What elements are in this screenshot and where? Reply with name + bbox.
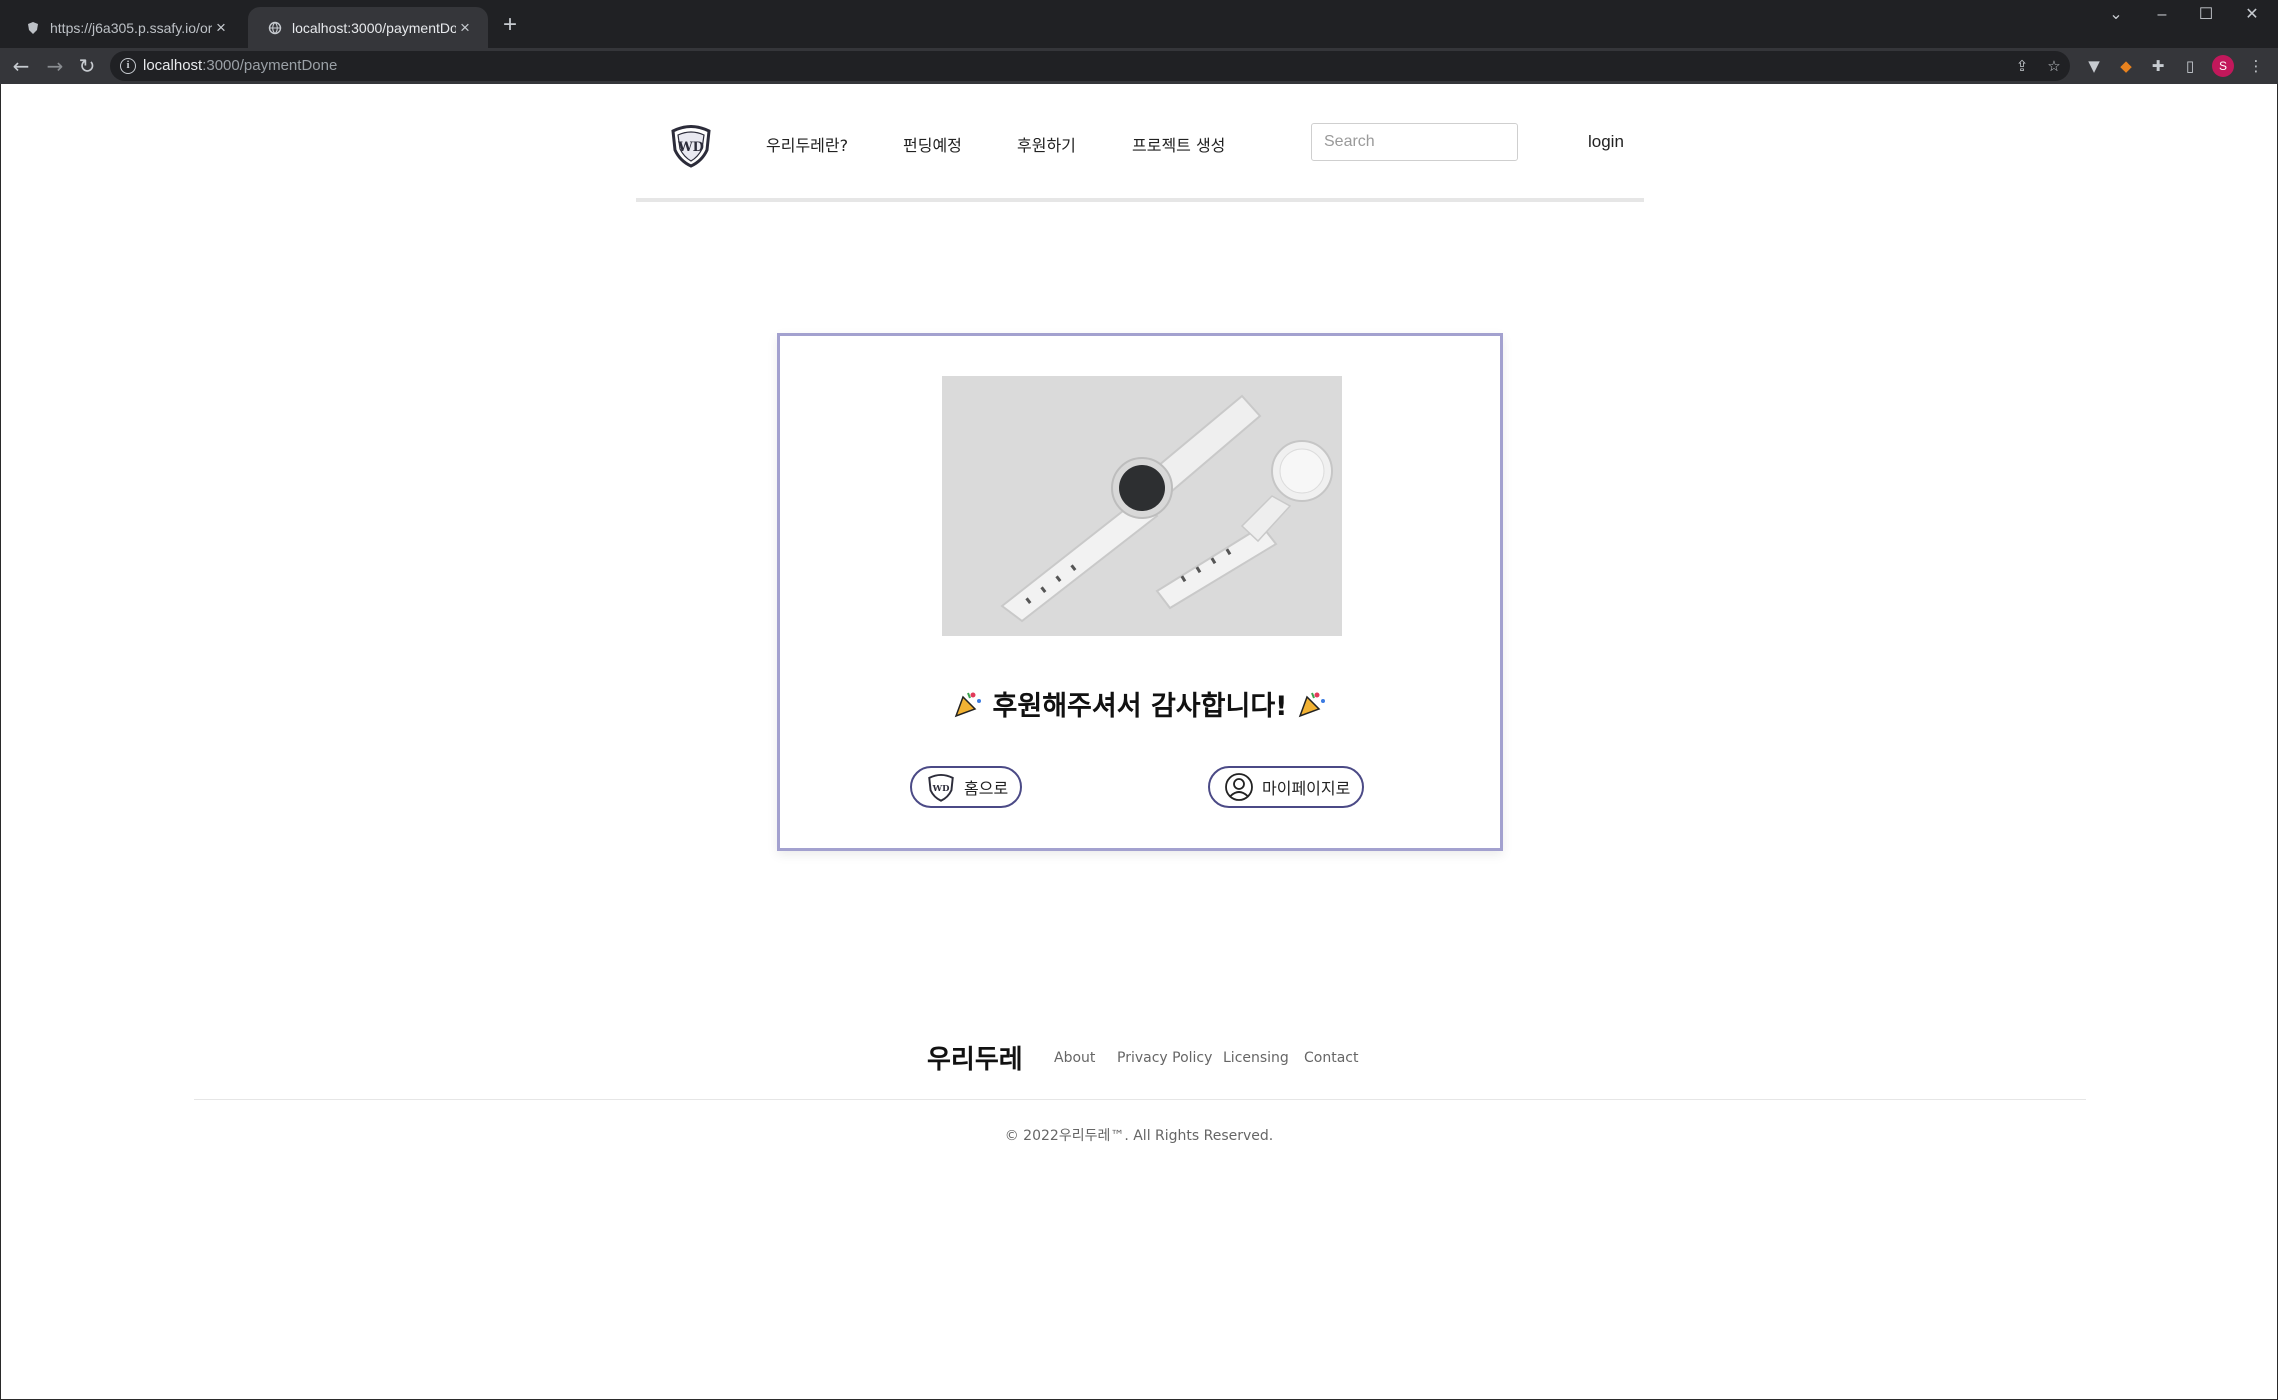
go-home-button[interactable]: WD 홈으로 — [910, 766, 1023, 808]
address-bar[interactable]: i localhost:3000/paymentDone — [110, 51, 2070, 81]
search-input[interactable] — [1311, 123, 1518, 161]
party-popper-icon — [1298, 692, 1325, 718]
party-popper-icon — [954, 692, 982, 718]
page-content: WD 우리두레란? 펀딩예정 후원하기 프로젝트 생성 login — [0, 84, 2278, 1400]
nav-sponsor[interactable]: 후원하기 — [1017, 132, 1076, 156]
footer-brand: 우리두레 — [927, 1045, 1023, 1075]
logo-shield-icon[interactable]: WD — [668, 122, 714, 168]
close-icon[interactable]: × — [456, 18, 474, 38]
footer-divider — [194, 1099, 2086, 1100]
globe-icon — [268, 21, 282, 34]
maximize-icon[interactable]: ☐ — [2186, 2, 2226, 28]
copyright-text: © 2022우리두레™. All Rights Reserved. — [1004, 1128, 1274, 1144]
browser-tab-payment-done[interactable]: localhost:3000/paymentDone × — [248, 7, 488, 48]
nav-about[interactable]: 우리두레란? — [766, 132, 848, 156]
shield-favicon-icon — [28, 21, 38, 34]
site-info-icon[interactable]: i — [120, 58, 136, 74]
extensions-puzzle-icon[interactable]: ✚ — [2148, 56, 2168, 76]
url-text: localhost:3000/paymentDone — [143, 57, 338, 74]
product-image — [942, 376, 1342, 636]
footer-link-about[interactable]: About — [1054, 1050, 1095, 1066]
svg-text:WD: WD — [677, 140, 704, 155]
metamask-fox-icon[interactable]: ◆ — [2116, 56, 2136, 76]
site-header: WD 우리두레란? 펀딩예정 후원하기 프로젝트 생성 login — [636, 84, 1644, 202]
close-window-icon[interactable]: ✕ — [2232, 2, 2272, 28]
thank-you-text: 후원해주셔서 감사합니다! — [992, 691, 1288, 722]
browser-tab-strip: https://j6a305.p.ssafy.io/order × localh… — [0, 0, 2278, 48]
login-link[interactable]: login — [1588, 132, 1624, 152]
footer-link-privacy[interactable]: Privacy Policy — [1117, 1050, 1212, 1066]
tab-title: https://j6a305.p.ssafy.io/order — [50, 19, 212, 36]
minimize-icon[interactable]: – — [2142, 2, 2182, 28]
bookmark-star-icon[interactable]: ☆ — [2044, 56, 2064, 76]
user-icon — [1225, 773, 1253, 801]
nav-upcoming-funding[interactable]: 펀딩예정 — [903, 132, 962, 156]
share-icon[interactable]: ⇪ — [2012, 56, 2032, 76]
go-home-label: 홈으로 — [964, 779, 1009, 798]
logo-shield-icon: WD — [928, 773, 954, 802]
extension-v-icon[interactable]: ▼ — [2084, 56, 2104, 76]
reload-icon[interactable]: ↻ — [74, 53, 100, 79]
thank-you-message: 후원해주셔서 감사합니다! — [780, 684, 1500, 723]
forward-icon[interactable]: → — [42, 53, 68, 79]
tab-search-icon[interactable]: ⌄ — [2096, 2, 2136, 28]
close-icon[interactable]: × — [212, 18, 230, 38]
menu-kebab-icon[interactable]: ⋮ — [2246, 56, 2266, 76]
go-mypage-button[interactable]: 마이페이지로 — [1208, 766, 1365, 808]
footer-link-contact[interactable]: Contact — [1304, 1050, 1358, 1066]
browser-tab-order[interactable]: https://j6a305.p.ssafy.io/order × — [6, 7, 244, 48]
footer-link-licensing[interactable]: Licensing — [1223, 1050, 1289, 1066]
profile-avatar[interactable]: S — [2212, 55, 2234, 77]
side-panel-icon[interactable]: ▯ — [2180, 56, 2200, 76]
back-icon[interactable]: ← — [8, 53, 34, 79]
go-mypage-label: 마이페이지로 — [1262, 779, 1351, 798]
payment-done-card: 후원해주셔서 감사합니다! WD 홈으로 마이페이지로 — [777, 333, 1503, 851]
nav-create-project[interactable]: 프로젝트 생성 — [1132, 132, 1225, 156]
svg-text:WD: WD — [932, 783, 950, 793]
tab-title: localhost:3000/paymentDone — [292, 19, 456, 36]
new-tab-button[interactable]: + — [498, 13, 522, 38]
browser-toolbar: ← → ↻ i localhost:3000/paymentDone ⇪ ☆ ▼… — [0, 48, 2278, 84]
